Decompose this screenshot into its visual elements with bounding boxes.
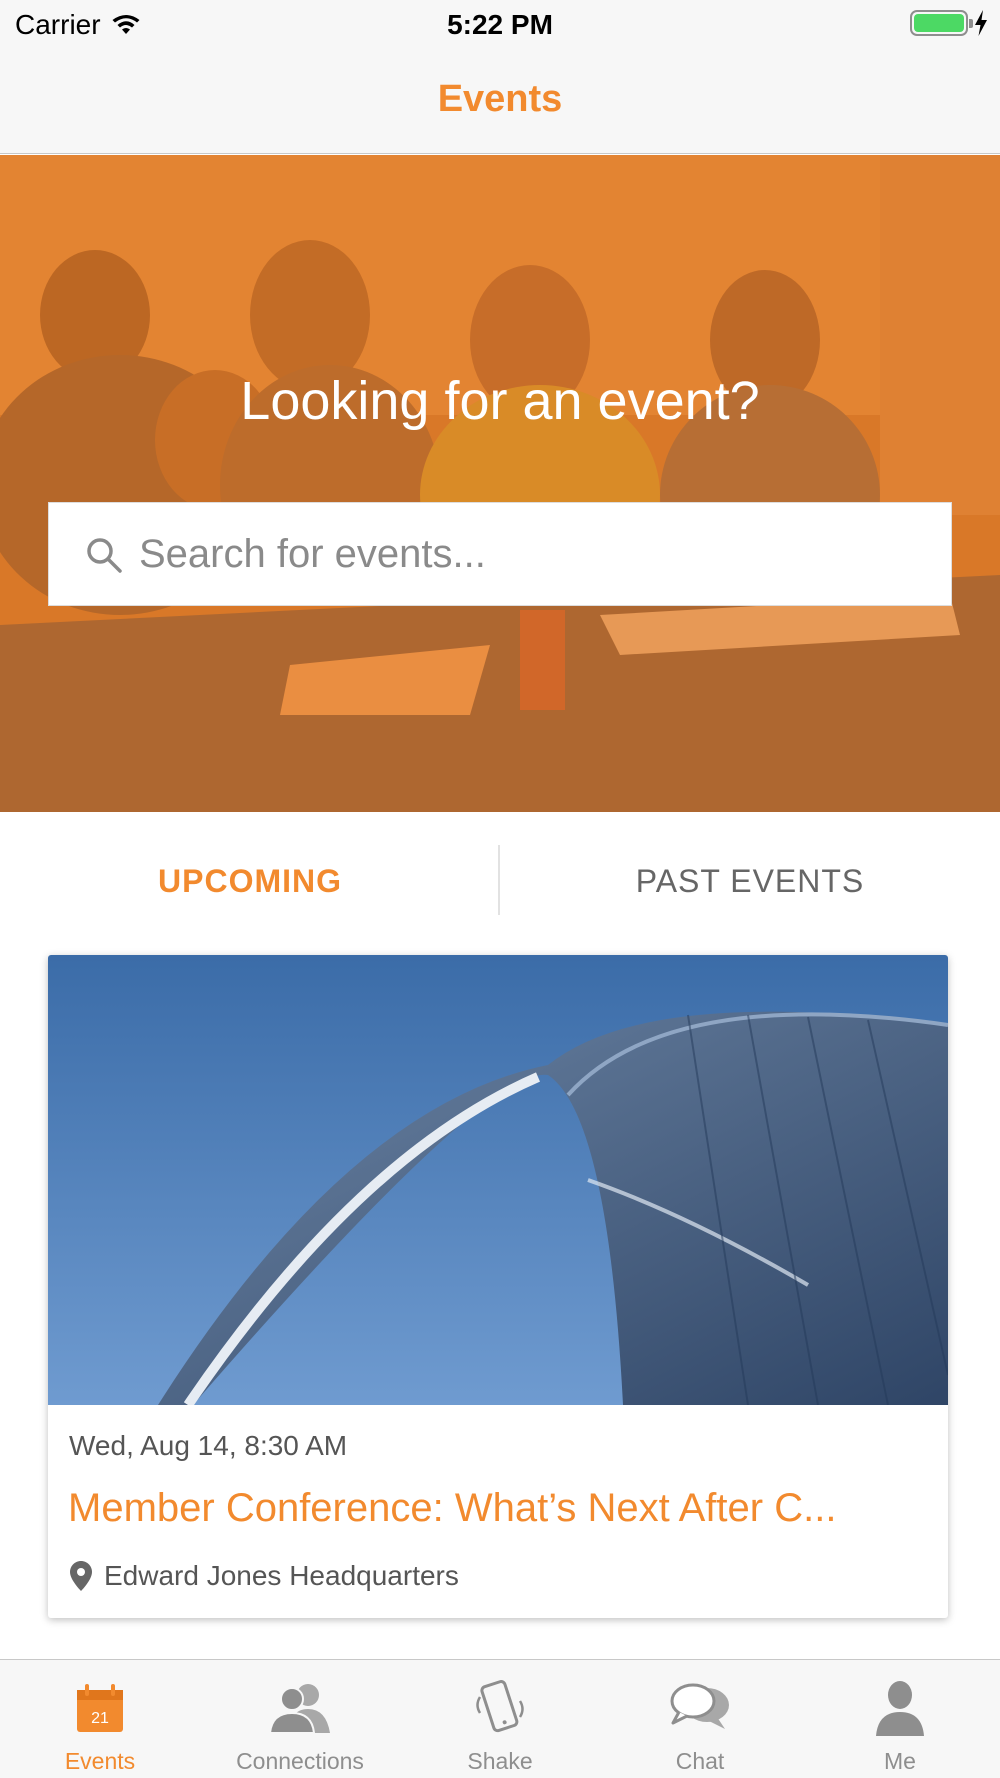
navigation-bar: Events <box>0 50 1000 154</box>
tabbar-item-shake[interactable]: Shake <box>400 1660 600 1778</box>
tabbar-label-connections: Connections <box>236 1748 364 1774</box>
person-icon <box>865 1678 935 1738</box>
calendar-day-number: 21 <box>91 1710 109 1727</box>
event-title[interactable]: Member Conference: What’s Next After C..… <box>68 1486 938 1531</box>
tab-past-events[interactable]: PAST EVENTS <box>500 812 1000 950</box>
chat-bubbles-icon <box>665 1678 735 1738</box>
tabbar-item-events[interactable]: 21 Events <box>0 1660 200 1778</box>
phone-shake-icon <box>465 1678 535 1738</box>
tab-divider <box>498 845 500 915</box>
calendar-icon: 21 <box>65 1678 135 1738</box>
tabbar-item-me[interactable]: Me <box>800 1660 1000 1778</box>
charging-bolt-icon <box>975 10 987 36</box>
tabbar-label-shake: Shake <box>467 1748 533 1774</box>
battery-fill <box>914 14 964 32</box>
event-image <box>48 955 948 1405</box>
tabbar-label-chat: Chat <box>675 1748 725 1774</box>
hero-title: Looking for an event? <box>240 371 760 431</box>
tabbar-label-me: Me <box>884 1748 916 1774</box>
status-bar: Carrier 5:22 PM <box>0 0 1000 50</box>
location-pin-icon <box>70 1561 92 1591</box>
event-location-label: Edward Jones Headquarters <box>104 1560 459 1591</box>
event-location: Edward Jones Headquarters <box>70 1560 459 1592</box>
status-time: 5:22 PM <box>447 9 553 40</box>
event-card[interactable]: Wed, Aug 14, 8:30 AM Member Conference: … <box>48 955 948 1618</box>
tab-upcoming[interactable]: UPCOMING <box>0 812 500 950</box>
battery-indicator <box>910 10 988 36</box>
bottom-tab-bar: 21 Events Connections Shake Chat Me <box>0 1659 1000 1778</box>
hero-orange-overlay <box>0 155 1000 812</box>
search-box[interactable] <box>48 502 952 606</box>
search-input[interactable] <box>139 503 929 605</box>
people-icon <box>265 1678 335 1738</box>
tabbar-label-events: Events <box>64 1748 136 1774</box>
event-date: Wed, Aug 14, 8:30 AM <box>69 1430 348 1461</box>
tabbar-item-chat[interactable]: Chat <box>600 1660 800 1778</box>
event-tabs: UPCOMING PAST EVENTS <box>0 812 1000 950</box>
tabbar-item-connections[interactable]: Connections <box>200 1660 400 1778</box>
hero-banner: Looking for an event? <box>0 155 1000 812</box>
battery-icon <box>910 10 973 36</box>
page-title: Events <box>437 78 563 120</box>
search-icon <box>87 538 122 573</box>
